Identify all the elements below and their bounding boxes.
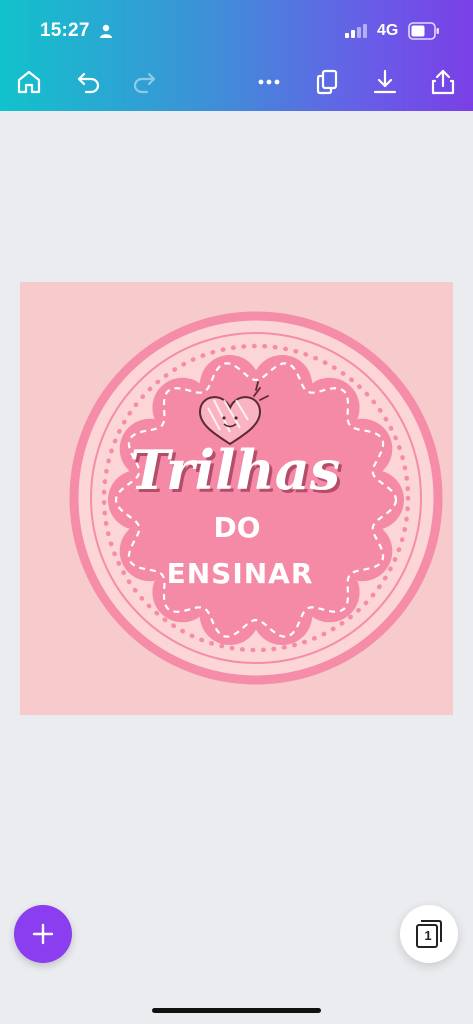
subtitle-do: DO — [213, 511, 260, 544]
pages-button[interactable]: 1 — [400, 905, 458, 963]
duplicate-icon — [316, 69, 338, 95]
download-button[interactable] — [367, 64, 403, 100]
subtitle-ensinar: ENSINAR — [167, 557, 314, 590]
redo-icon — [133, 72, 156, 94]
more-icon — [258, 79, 280, 85]
undo-button[interactable] — [70, 64, 106, 100]
download-icon — [373, 69, 397, 94]
share-button[interactable] — [425, 64, 461, 100]
signal-icon — [345, 24, 367, 38]
add-element-button[interactable] — [14, 905, 72, 963]
battery-icon — [408, 22, 439, 40]
page-count: 1 — [424, 928, 432, 943]
top-bar: 15:27 4G — [0, 0, 473, 111]
undo-icon — [77, 72, 100, 94]
design-artwork[interactable]: Trilhas Trilhas DO ENSINAR — [20, 282, 453, 715]
status-time: 15:27 — [40, 20, 90, 41]
title-text: Trilhas — [130, 438, 340, 502]
redo-button[interactable] — [127, 64, 163, 100]
share-icon — [431, 69, 455, 95]
editor-toolbar — [0, 60, 473, 106]
plus-icon — [32, 923, 54, 945]
design-page[interactable]: Trilhas Trilhas DO ENSINAR — [20, 282, 453, 715]
network-type: 4G — [377, 22, 399, 39]
person-icon — [100, 24, 112, 38]
status-bar: 15:27 4G — [0, 0, 473, 60]
more-options-button[interactable] — [251, 64, 287, 100]
duplicate-button[interactable] — [309, 64, 345, 100]
home-button[interactable] — [11, 64, 47, 100]
home-indicator[interactable] — [152, 1008, 321, 1013]
home-icon — [17, 70, 41, 94]
